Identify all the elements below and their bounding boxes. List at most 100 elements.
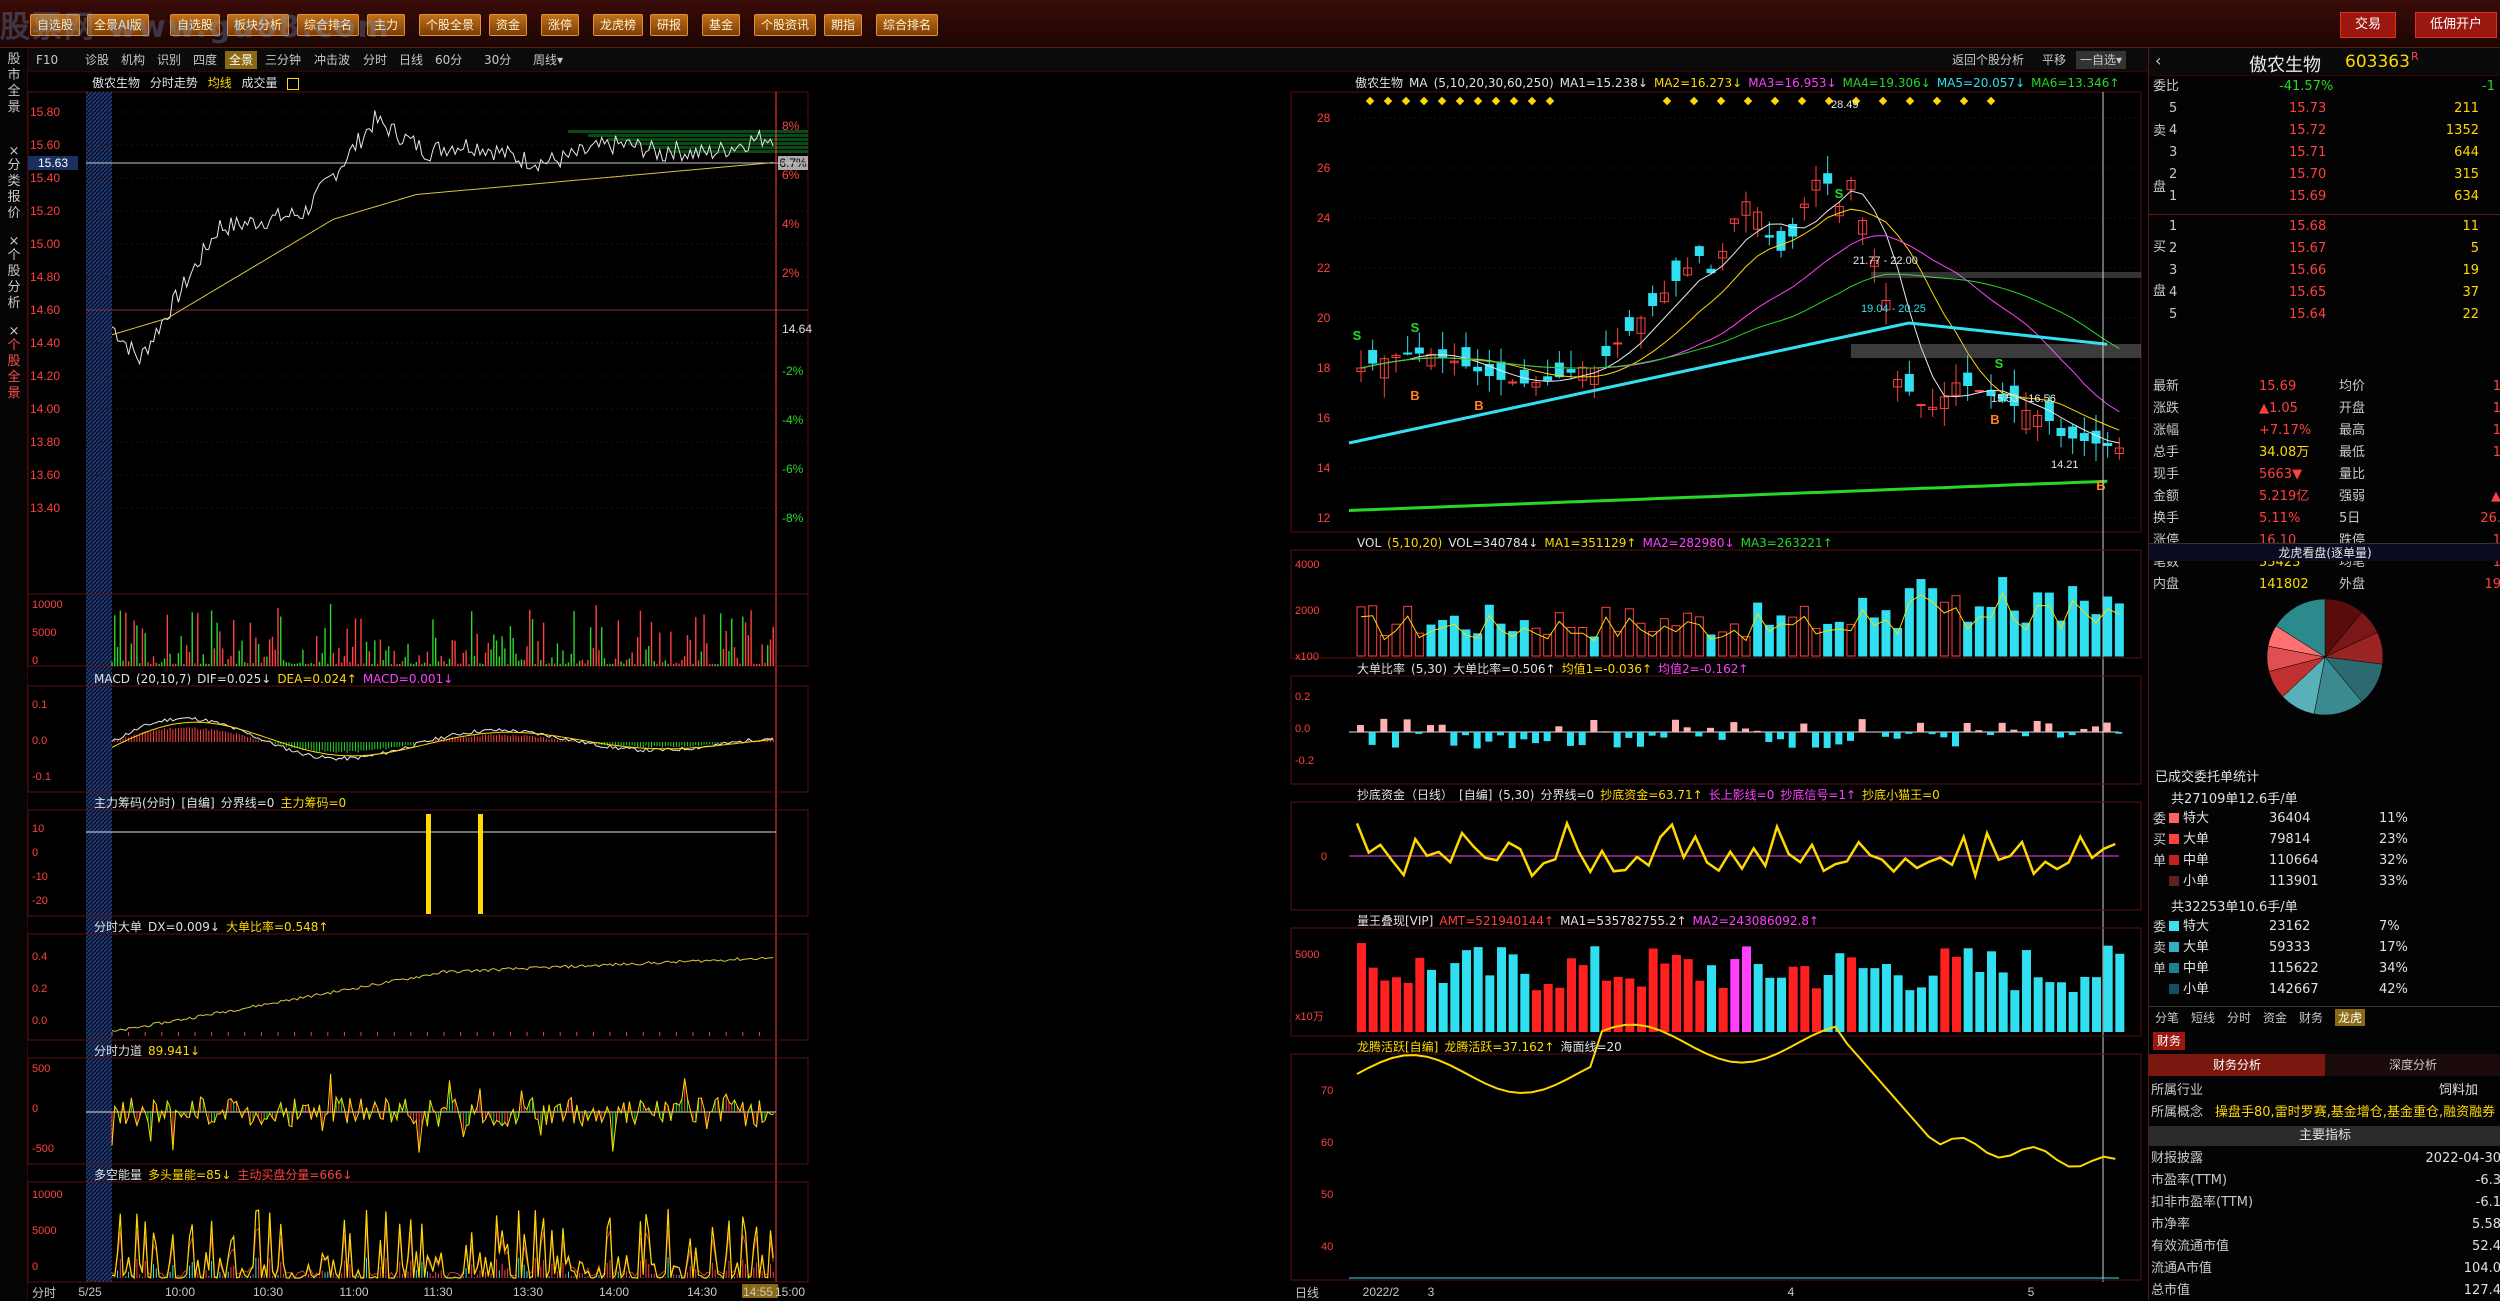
vol-tick: x100 — [1295, 651, 1319, 663]
quote-tab-3[interactable]: 资金 — [2263, 1009, 2287, 1026]
side-label: 盘 — [2153, 280, 2166, 299]
candle-body — [1555, 363, 1563, 377]
toolbar-right-0[interactable]: 返回个股分析 — [1948, 51, 2028, 69]
finance-tab[interactable]: 财务 — [2153, 1032, 2185, 1050]
vol-bar — [1999, 578, 2007, 656]
toolbar-btn-7[interactable]: 冲击波 — [310, 51, 354, 69]
open-account-button[interactable]: 低佣开户 — [2415, 12, 2497, 38]
toolbar-right-1[interactable]: 平移 — [2038, 51, 2070, 69]
ddbl-bar — [1999, 723, 2006, 732]
metric-row: 总市值127.4 — [2149, 1280, 2500, 1300]
quote-panel: ‹ 傲农生物 603363 R 委比-41.57%-1515.73211415.… — [2148, 48, 2500, 1300]
fsdd-pane-frame — [28, 934, 808, 1040]
finance-subtab-0[interactable]: 财务分析 — [2149, 1054, 2325, 1076]
vol-bar — [1777, 616, 1785, 656]
dkn-header: 多空能量多头量能=85↓主动买盘分量=666↓ — [94, 1166, 358, 1184]
lwdx-label[interactable]: 量王叠现[VIP] — [1357, 914, 1433, 928]
cell: 79814 — [2269, 829, 2310, 851]
cell: 19 — [2409, 260, 2479, 282]
signal-diamond — [1438, 97, 1446, 105]
quote-tab-0[interactable]: 分笔 — [2155, 1009, 2179, 1026]
lthy-label[interactable]: 龙腾活跃[自编] — [1357, 1040, 1438, 1054]
lwdx-header: 量王叠现[VIP]AMT=521940144↑MA1=535782755.2↑M… — [1357, 912, 1825, 930]
toolbar-btn-11[interactable]: 30分 — [480, 51, 515, 69]
fsld-label[interactable]: 分时力道 — [94, 1044, 142, 1058]
toolbar-btn-4[interactable]: 四度 — [189, 51, 221, 69]
time-tick: 11:30 — [423, 1285, 452, 1299]
vol-bar — [1695, 617, 1703, 656]
toolbar-btn-12[interactable]: 周线▾ — [529, 51, 567, 69]
sell-level-row: 115.69634 — [2149, 186, 2500, 208]
toolbar-btn-8[interactable]: 分时 — [359, 51, 391, 69]
vol-bar — [1812, 628, 1820, 656]
toolbar-btn-5[interactable]: 全景 — [225, 51, 257, 69]
toolbar-btn-1[interactable]: 诊股 — [81, 51, 113, 69]
dkn-label[interactable]: 多空能量 — [94, 1168, 142, 1182]
finance-subtab-1[interactable]: 深度分析 — [2325, 1054, 2500, 1076]
order-book: 委比-41.57%-1515.73211415.721352315.716442… — [2149, 76, 2500, 376]
leftnav-tab-1[interactable]: 分类报价 — [3, 158, 25, 222]
vol-bar — [1975, 607, 1983, 656]
menu-item-9[interactable]: 龙虎榜 — [593, 14, 643, 36]
zlcm-label[interactable]: 主力筹码(分时) — [94, 796, 175, 810]
leftnav-tab-3[interactable]: 个股全景 — [3, 338, 25, 402]
signal-diamond — [1420, 97, 1428, 105]
fsdd-header: 分时大单DX=0.009↓大单比率=0.548↑ — [94, 918, 334, 936]
vol-tick: 2000 — [1295, 605, 1319, 617]
macd-value: MACD=0.001↓ — [363, 672, 453, 686]
ddbl-bar — [1404, 719, 1411, 732]
avg-price-line — [112, 163, 773, 335]
fsdd-label[interactable]: 分时大单 — [94, 920, 142, 934]
toolbar-btn-6[interactable]: 三分钟 — [261, 51, 305, 69]
quote-tab-5[interactable]: 龙虎 — [2335, 1009, 2365, 1026]
lwdx-bar — [1777, 978, 1786, 1032]
intraday-period-select[interactable]: 分时 — [32, 1284, 56, 1301]
lwdx-tick: x10万 — [1295, 1011, 1324, 1023]
vol-label[interactable]: VOL — [1357, 536, 1381, 550]
leftnav-tab-2[interactable]: 个股分析 — [3, 248, 25, 312]
signal-diamond — [1663, 97, 1671, 105]
close-icon[interactable]: × — [3, 324, 25, 340]
toolbar-btn-3[interactable]: 识别 — [153, 51, 185, 69]
ddbl-label[interactable]: 大单比率 — [1357, 662, 1405, 676]
lwdx-bar — [1835, 953, 1844, 1032]
ma20-line — [1361, 236, 2119, 412]
cell: 115622 — [2269, 958, 2319, 980]
ddbl-bar — [2069, 732, 2076, 735]
cell: 大单 — [2183, 937, 2209, 959]
leftnav-tab-0[interactable]: 股市全景 — [3, 52, 25, 116]
menu-item-12[interactable]: 个股资讯 — [754, 14, 816, 36]
close-icon[interactable]: × — [3, 234, 25, 250]
menu-item-8[interactable]: 涨停 — [541, 14, 579, 36]
toolbar-btn-0[interactable]: F10 — [32, 51, 62, 69]
price-tick: 15.00 — [30, 237, 60, 251]
quote-tab-1[interactable]: 短线 — [2191, 1009, 2215, 1026]
cell: -41.57% — [2279, 76, 2333, 98]
signal-diamond — [1798, 97, 1806, 105]
candle-body — [2104, 443, 2112, 445]
quote-tab-2[interactable]: 分时 — [2227, 1009, 2251, 1026]
sell-level-row: 515.73211 — [2149, 98, 2500, 120]
toolbar-btn-10[interactable]: 60分 — [431, 51, 466, 69]
quote-tab-4[interactable]: 财务 — [2299, 1009, 2323, 1026]
lwdx-bar — [1602, 981, 1611, 1032]
menu-item-10[interactable]: 研报 — [650, 14, 688, 36]
macd-label[interactable]: MACD — [94, 672, 130, 686]
menu-item-6[interactable]: 个股全景 — [419, 14, 481, 36]
macd-dif: DIF=0.025↓ — [197, 672, 271, 686]
menu-item-13[interactable]: 期指 — [824, 14, 862, 36]
cdzj-label[interactable]: 抄底资金（日线） — [1357, 788, 1453, 802]
ddbl-bar — [1520, 732, 1527, 739]
cell: 量比 — [2339, 464, 2365, 486]
daily-period-select[interactable]: 日线 — [1295, 1284, 1319, 1301]
menu-item-11[interactable]: 基金 — [702, 14, 740, 36]
trade-button[interactable]: 交易 — [2340, 12, 2396, 38]
back-arrow-icon[interactable]: ‹ — [2155, 51, 2161, 70]
toolbar-right-2[interactable]: 一自选▾ — [2076, 51, 2126, 69]
close-icon[interactable]: × — [3, 144, 25, 160]
toolbar-btn-2[interactable]: 机构 — [117, 51, 149, 69]
vol-bar — [1485, 605, 1493, 656]
toolbar-btn-9[interactable]: 日线 — [395, 51, 427, 69]
menu-item-7[interactable]: 资金 — [489, 14, 527, 36]
menu-item-14[interactable]: 综合排名 — [876, 14, 938, 36]
